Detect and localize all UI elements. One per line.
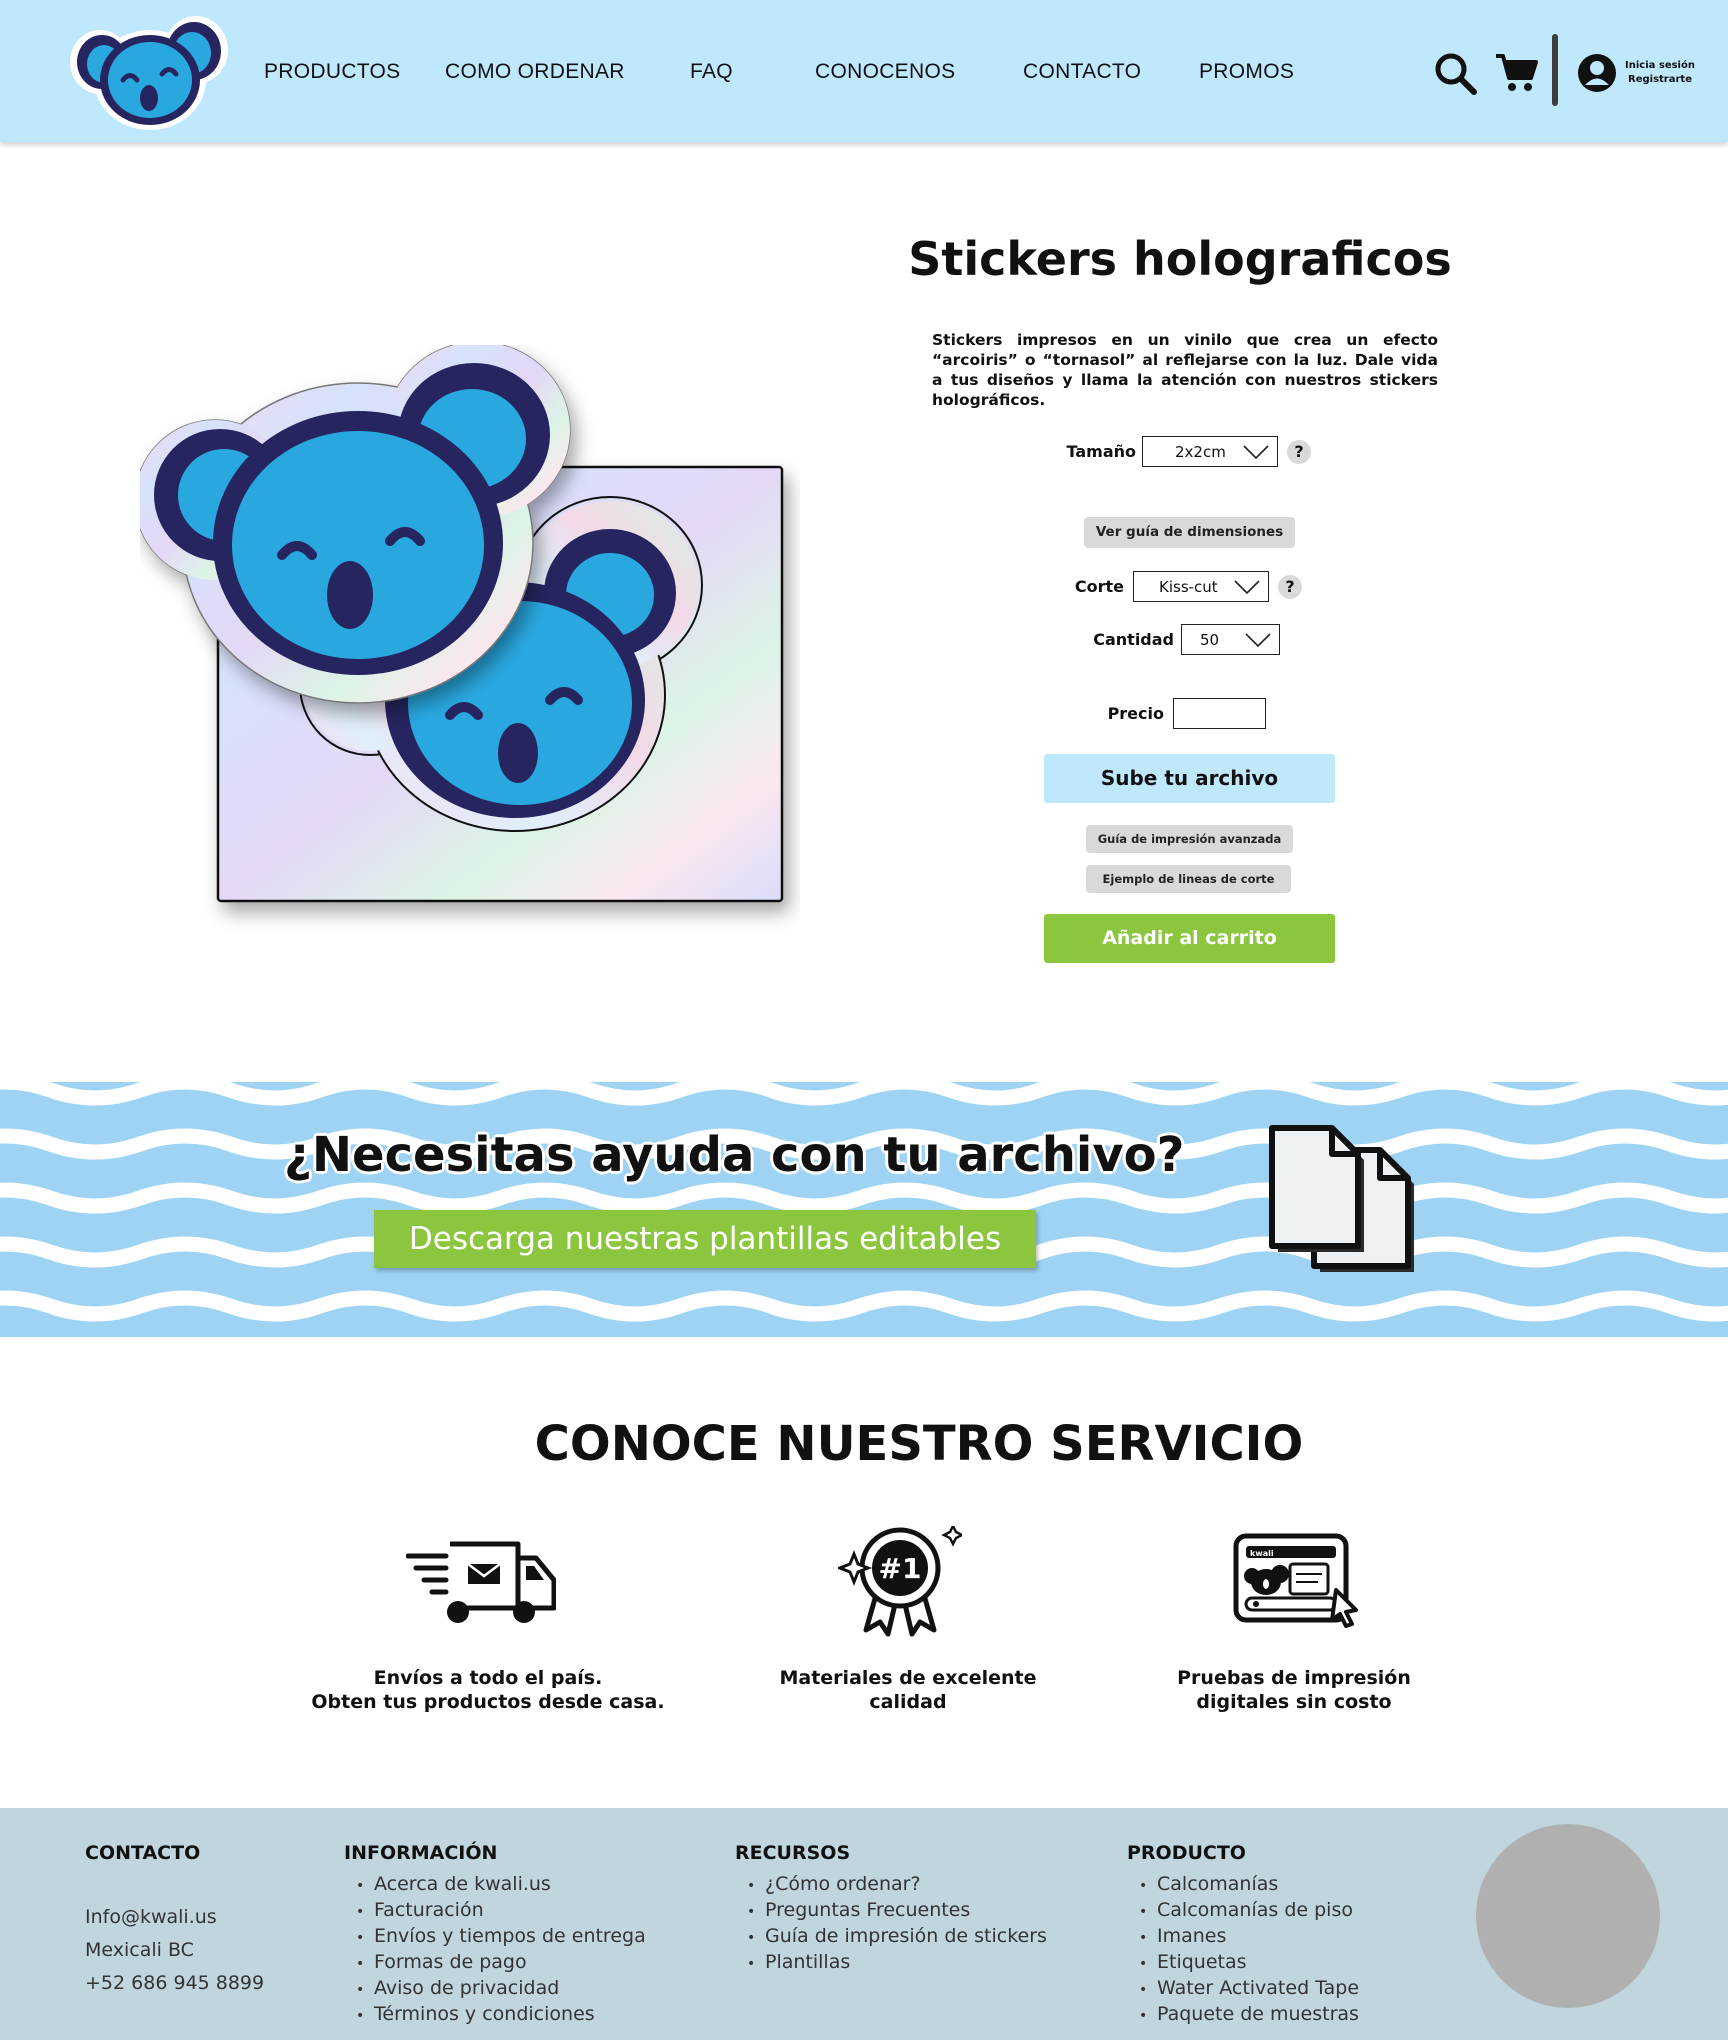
footer-link[interactable]: • Aviso de privacidad [356, 1976, 646, 2002]
footer-link[interactable]: • Water Activated Tape [1139, 1976, 1359, 2002]
service-shipping-line1: Envíos a todo el país. [373, 1667, 603, 1689]
contact-city: Mexicali BC [85, 1939, 194, 1961]
service-proofs-line1: Pruebas de impresión [1177, 1667, 1411, 1689]
footer-link[interactable]: • Preguntas Frecuentes [747, 1898, 1047, 1924]
chevron-down-icon [1243, 445, 1269, 460]
footer-link[interactable]: • Envíos y tiempos de entrega [356, 1924, 646, 1950]
quantity-label: Cantidad [1093, 630, 1174, 649]
footer-info-list: • Acerca de kwali.us • Facturación • Envíos… [356, 1872, 646, 2028]
award-badge-icon: #1 [838, 1526, 962, 1637]
service-proofs-text: Pruebas de impresión digitales sin costo [1124, 1666, 1464, 1714]
footer-link[interactable]: • Calcomanías [1139, 1872, 1359, 1898]
nav-como-ordenar[interactable]: COMO ORDENAR [445, 60, 625, 84]
service-materials-line1: Materiales de excelente [779, 1667, 1037, 1689]
advanced-print-guide-button[interactable]: Guía de impresión avanzada [1086, 825, 1293, 853]
service-proofs-line2: digitales sin costo [1196, 1691, 1392, 1713]
upload-file-button[interactable]: Sube tu archivo [1044, 754, 1335, 803]
size-select[interactable]: 2x2cm [1142, 436, 1278, 467]
site-header: PRODUCTOS COMO ORDENAR FAQ CONOCENOS CON… [0, 0, 1728, 142]
footer-link[interactable]: • Guía de impresión de stickers [747, 1924, 1047, 1950]
contact-phone[interactable]: +52 686 945 8899 [85, 1972, 264, 1994]
chevron-down-icon [1245, 633, 1271, 648]
quantity-value: 50 [1200, 631, 1220, 649]
footer-resources-heading: RECURSOS [735, 1842, 851, 1864]
documents-icon [1269, 1125, 1414, 1272]
size-label: Tamaño [1066, 442, 1137, 461]
register-label: Registrarte [1628, 74, 1692, 85]
search-icon[interactable] [1434, 52, 1478, 96]
service-materials-text: Materiales de excelente calidad [738, 1666, 1078, 1714]
footer-link[interactable]: • Plantillas [747, 1950, 1047, 1976]
chevron-down-icon [1234, 580, 1260, 595]
product-image [140, 345, 784, 903]
footer-link[interactable]: • Facturación [356, 1898, 646, 1924]
nav-contacto[interactable]: CONTACTO [1023, 60, 1141, 84]
size-help-icon[interactable]: ? [1287, 440, 1311, 464]
service-shipping-text: Envíos a todo el país. Obten tus product… [288, 1666, 688, 1714]
size-value: 2x2cm [1175, 443, 1226, 461]
nav-productos[interactable]: PRODUCTOS [264, 60, 401, 84]
cart-icon[interactable] [1494, 52, 1538, 94]
quantity-select[interactable]: 50 [1181, 624, 1280, 655]
header-divider [1552, 34, 1558, 106]
delivery-truck-icon [406, 1541, 556, 1623]
nav-conocenos[interactable]: CONOCENOS [815, 60, 955, 84]
login-link[interactable]: Inicia sesión Registrarte [1620, 59, 1700, 87]
product-description: Stickers impresos en un vinilo que crea … [932, 331, 1438, 409]
footer-link[interactable]: • Paquete de muestras [1139, 2002, 1359, 2028]
cut-help-icon[interactable]: ? [1278, 575, 1302, 599]
footer-product-list: • Calcomanías • Calcomanías de piso • Imane… [1139, 1872, 1359, 2028]
footer-link[interactable]: • ¿Cómo ordenar? [747, 1872, 1047, 1898]
price-field[interactable] [1173, 698, 1266, 729]
service-title: CONOCE NUESTRO SERVICIO [534, 1416, 1304, 1472]
banner-title: ¿Necesitas ayuda con tu archivo? [284, 1127, 1185, 1183]
screen-label: kwali [1250, 1549, 1274, 1558]
user-icon[interactable] [1577, 53, 1617, 93]
footer-info-heading: INFORMACIÓN [344, 1842, 498, 1864]
badge-text: #1 [879, 1552, 922, 1585]
footer-link[interactable]: • Imanes [1139, 1924, 1359, 1950]
login-label: Inicia sesión [1625, 60, 1695, 71]
koala-logo[interactable] [68, 10, 228, 132]
digital-proof-icon: kwali [1233, 1533, 1358, 1628]
service-shipping-line2: Obten tus productos desde casa. [311, 1691, 665, 1713]
footer-link[interactable]: • Calcomanías de piso [1139, 1898, 1359, 1924]
nav-faq[interactable]: FAQ [690, 60, 733, 84]
product-title: Stickers holograficos [908, 232, 1452, 286]
cut-lines-example-button[interactable]: Ejemplo de lineas de corte [1086, 865, 1291, 893]
price-label: Precio [1107, 704, 1164, 723]
footer-placeholder-circle [1476, 1824, 1660, 2008]
download-templates-button[interactable]: Descarga nuestras plantillas editables [374, 1210, 1036, 1268]
footer-link[interactable]: • Formas de pago [356, 1950, 646, 1976]
nav-promos[interactable]: PROMOS [1199, 60, 1294, 84]
footer-resources-list: • ¿Cómo ordenar? • Preguntas Frecuentes • G… [747, 1872, 1047, 1976]
footer-product-heading: PRODUCTO [1127, 1842, 1246, 1864]
cut-value: Kiss-cut [1159, 578, 1218, 596]
cut-select[interactable]: Kiss-cut [1133, 571, 1269, 602]
dimensions-guide-button[interactable]: Ver guía de dimensiones [1084, 517, 1295, 548]
footer-link[interactable]: • Términos y condiciones [356, 2002, 646, 2028]
service-materials-line2: calidad [869, 1691, 947, 1713]
footer-link[interactable]: • Acerca de kwali.us [356, 1872, 646, 1898]
add-to-cart-button[interactable]: Añadir al carrito [1044, 914, 1335, 963]
cut-label: Corte [1074, 577, 1124, 596]
footer-link[interactable]: • Etiquetas [1139, 1950, 1359, 1976]
contact-email[interactable]: Info@kwali.us [85, 1906, 217, 1928]
footer-contact-heading: CONTACTO [85, 1842, 201, 1864]
